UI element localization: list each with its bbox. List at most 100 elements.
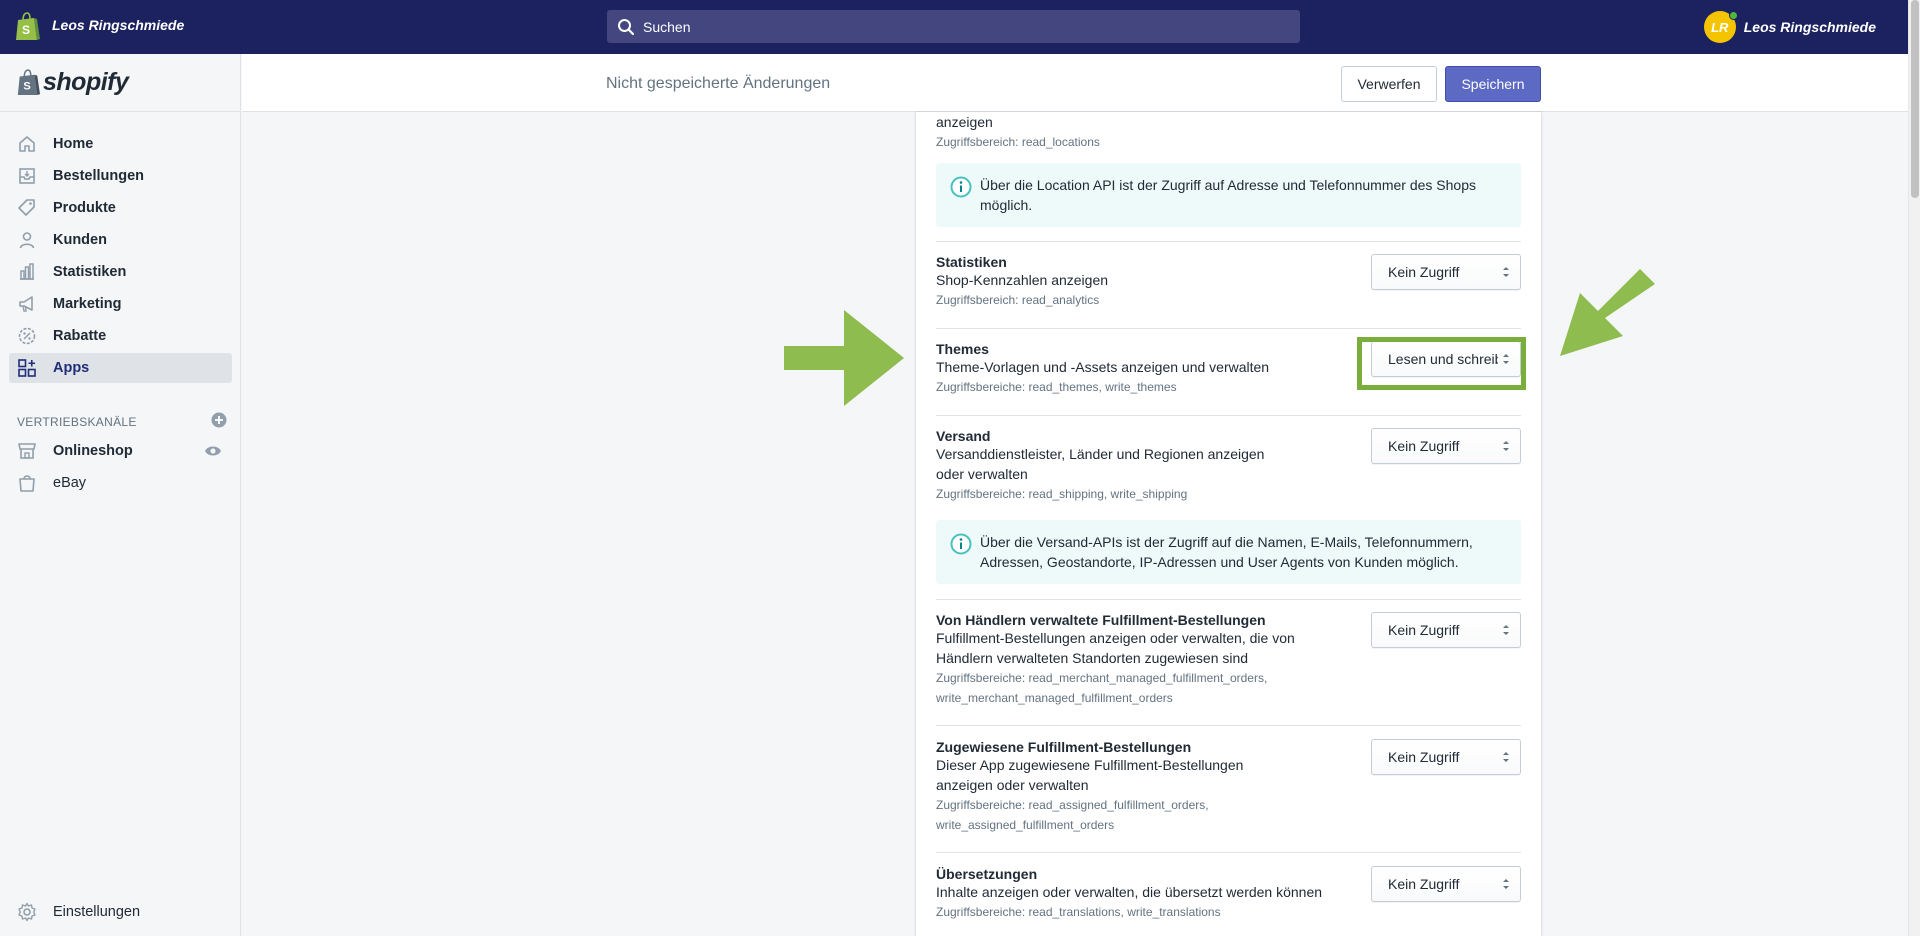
sidebar-item-ebay[interactable]: eBay — [9, 468, 232, 498]
info-icon — [950, 176, 972, 198]
sidebar-item-label: Bestellungen — [53, 168, 145, 184]
shopify-bag-icon[interactable]: S — [14, 12, 40, 42]
search-placeholder: Suchen — [643, 18, 691, 35]
info-banner-locations: Über die Location API ist der Zugriff au… — [936, 163, 1521, 227]
sidebar-item-customers[interactable]: Kunden — [9, 225, 232, 255]
sidebar-item-onlineshop[interactable]: Onlineshop — [9, 436, 232, 466]
sidebar-item-settings[interactable]: Einstellungen — [9, 897, 232, 927]
sidebar-item-marketing[interactable]: Marketing — [9, 289, 232, 319]
permission-description: Versanddienstleister, Länder und Regione… — [936, 446, 1265, 482]
search-input[interactable]: Suchen — [607, 10, 1300, 43]
permission-scope: Zugriffsbereiche: read_themes, write_the… — [936, 380, 1177, 394]
select-value: Kein Zugriff — [1388, 876, 1460, 892]
add-channel-icon[interactable] — [211, 412, 227, 431]
scrollbar-thumb[interactable] — [1911, 0, 1919, 198]
divider — [936, 725, 1521, 726]
shopify-logo-icon: S — [17, 68, 40, 95]
sidebar-item-products[interactable]: Produkte — [9, 193, 232, 223]
info-banner-text: Über die Location API ist der Zugriff au… — [980, 177, 1476, 213]
discount-icon — [16, 325, 38, 347]
permission-description: Shop-Kennzahlen anzeigen — [936, 272, 1109, 288]
channels-nav: Onlineshop eBay — [9, 436, 232, 500]
shopify-logo[interactable]: S shopify — [16, 68, 129, 97]
divider — [936, 415, 1521, 416]
permission-scope: Zugriffsbereiche: read_assigned_fulfillm… — [936, 798, 1209, 832]
bar-chart-icon — [16, 261, 38, 283]
sales-channels-header: VERTRIEBSKANÄLE — [17, 412, 227, 431]
sidebar-item-label: Rabatte — [53, 328, 107, 344]
bag-icon — [16, 472, 38, 494]
permission-description: Inhalte anzeigen oder verwalten, die übe… — [936, 884, 1323, 900]
sidebar-item-apps[interactable]: Apps — [9, 353, 232, 383]
select-caret-icon — [1502, 623, 1510, 637]
permission-assigned-fulfillment: Zugewiesene Fulfillment-Bestellungen Die… — [936, 739, 1521, 839]
divider — [0, 111, 241, 112]
select-caret-icon — [1502, 439, 1510, 453]
permission-scope: Zugriffsbereiche: read_shipping, write_s… — [936, 487, 1188, 501]
save-button[interactable]: Speichern — [1445, 66, 1541, 102]
select-value: Kein Zugriff — [1388, 438, 1460, 454]
gear-icon — [16, 901, 38, 923]
permission-shipping: Versand Versanddienstleister, Länder und… — [936, 428, 1521, 508]
sidebar-item-label: eBay — [53, 475, 87, 491]
shop-name[interactable]: Leos Ringschmiede — [52, 17, 184, 33]
permission-scope: Zugriffsbereiche: read_merchant_managed_… — [936, 671, 1268, 705]
highlight-box — [1357, 337, 1526, 390]
home-icon — [16, 133, 38, 155]
svg-text:S: S — [23, 80, 30, 92]
info-banner-shipping: Über die Versand-APIs ist der Zugriff au… — [936, 520, 1521, 584]
sidebar-item-discounts[interactable]: Rabatte — [9, 321, 232, 351]
eye-icon[interactable] — [204, 443, 222, 462]
sidebar-item-orders[interactable]: Bestellungen — [9, 161, 232, 191]
settings-nav: Einstellungen — [9, 897, 232, 929]
access-select-merchant-fulfillment[interactable]: Kein Zugriff — [1371, 612, 1521, 648]
main-nav: Home Bestellungen Produkte Kunden Statis… — [9, 129, 232, 385]
select-value: Kein Zugriff — [1388, 622, 1460, 638]
discard-button[interactable]: Verwerfen — [1341, 66, 1437, 102]
access-select-translations[interactable]: Kein Zugriff — [1371, 866, 1521, 902]
access-select-assigned-fulfillment[interactable]: Kein Zugriff — [1371, 739, 1521, 775]
permission-scope: Zugriffsbereich: read_locations — [936, 135, 1100, 149]
sidebar-item-label: Produkte — [53, 200, 116, 216]
permission-locations: anzeigen Zugriffsbereich: read_locations — [936, 112, 1521, 152]
permission-scope: Zugriffsbereiche: read_translations, wri… — [936, 905, 1221, 919]
select-caret-icon — [1502, 750, 1510, 764]
unsaved-changes-message: Nicht gespeicherte Änderungen — [606, 75, 831, 92]
search-icon — [615, 16, 637, 38]
divider — [936, 852, 1521, 853]
apps-icon — [16, 357, 38, 379]
arrow-right-icon — [784, 310, 904, 406]
user-menu[interactable]: LR Leos Ringschmiede — [1703, 11, 1876, 43]
orders-icon — [16, 165, 38, 187]
avatar-initials: LR — [1711, 19, 1729, 35]
scrollbar[interactable] — [1908, 0, 1920, 936]
divider — [936, 599, 1521, 600]
info-banner-text: Über die Versand-APIs ist der Zugriff au… — [980, 534, 1473, 570]
sidebar-item-label: Apps — [53, 360, 90, 376]
top-bar: S Leos Ringschmiede Suchen LR Leos Rings… — [0, 0, 1908, 54]
permission-description: Theme-Vorlagen und -Assets anzeigen und … — [936, 359, 1270, 375]
sidebar-item-label: Home — [53, 136, 94, 152]
megaphone-icon — [16, 293, 38, 315]
permissions-card: anzeigen Zugriffsbereich: read_locations… — [916, 112, 1541, 936]
sidebar-item-analytics[interactable]: Statistiken — [9, 257, 232, 287]
select-caret-icon — [1502, 877, 1510, 891]
avatar[interactable]: LR — [1703, 11, 1738, 43]
divider — [936, 241, 1521, 242]
permission-description: Dieser App zugewiesene Fulfillment-Beste… — [936, 757, 1244, 793]
sidebar: S shopify Home Bestellungen Produkte Kun… — [0, 54, 241, 936]
sidebar-item-label: Einstellungen — [53, 904, 141, 920]
arrow-down-left-icon — [1560, 269, 1655, 356]
person-icon — [16, 229, 38, 251]
tag-icon — [16, 197, 38, 219]
sidebar-item-home[interactable]: Home — [9, 129, 232, 159]
access-select-analytics[interactable]: Kein Zugriff — [1371, 254, 1521, 290]
user-name[interactable]: Leos Ringschmiede — [1744, 19, 1876, 35]
sidebar-item-label: Marketing — [53, 296, 122, 312]
access-select-shipping[interactable]: Kein Zugriff — [1371, 428, 1521, 464]
sales-channels-title: VERTRIEBSKANÄLE — [17, 414, 137, 429]
online-status-dot — [1728, 11, 1738, 20]
sidebar-item-label: Onlineshop — [53, 443, 133, 459]
permission-merchant-fulfillment: Von Händlern verwaltete Fulfillment-Best… — [936, 612, 1521, 712]
select-caret-icon — [1502, 265, 1510, 279]
